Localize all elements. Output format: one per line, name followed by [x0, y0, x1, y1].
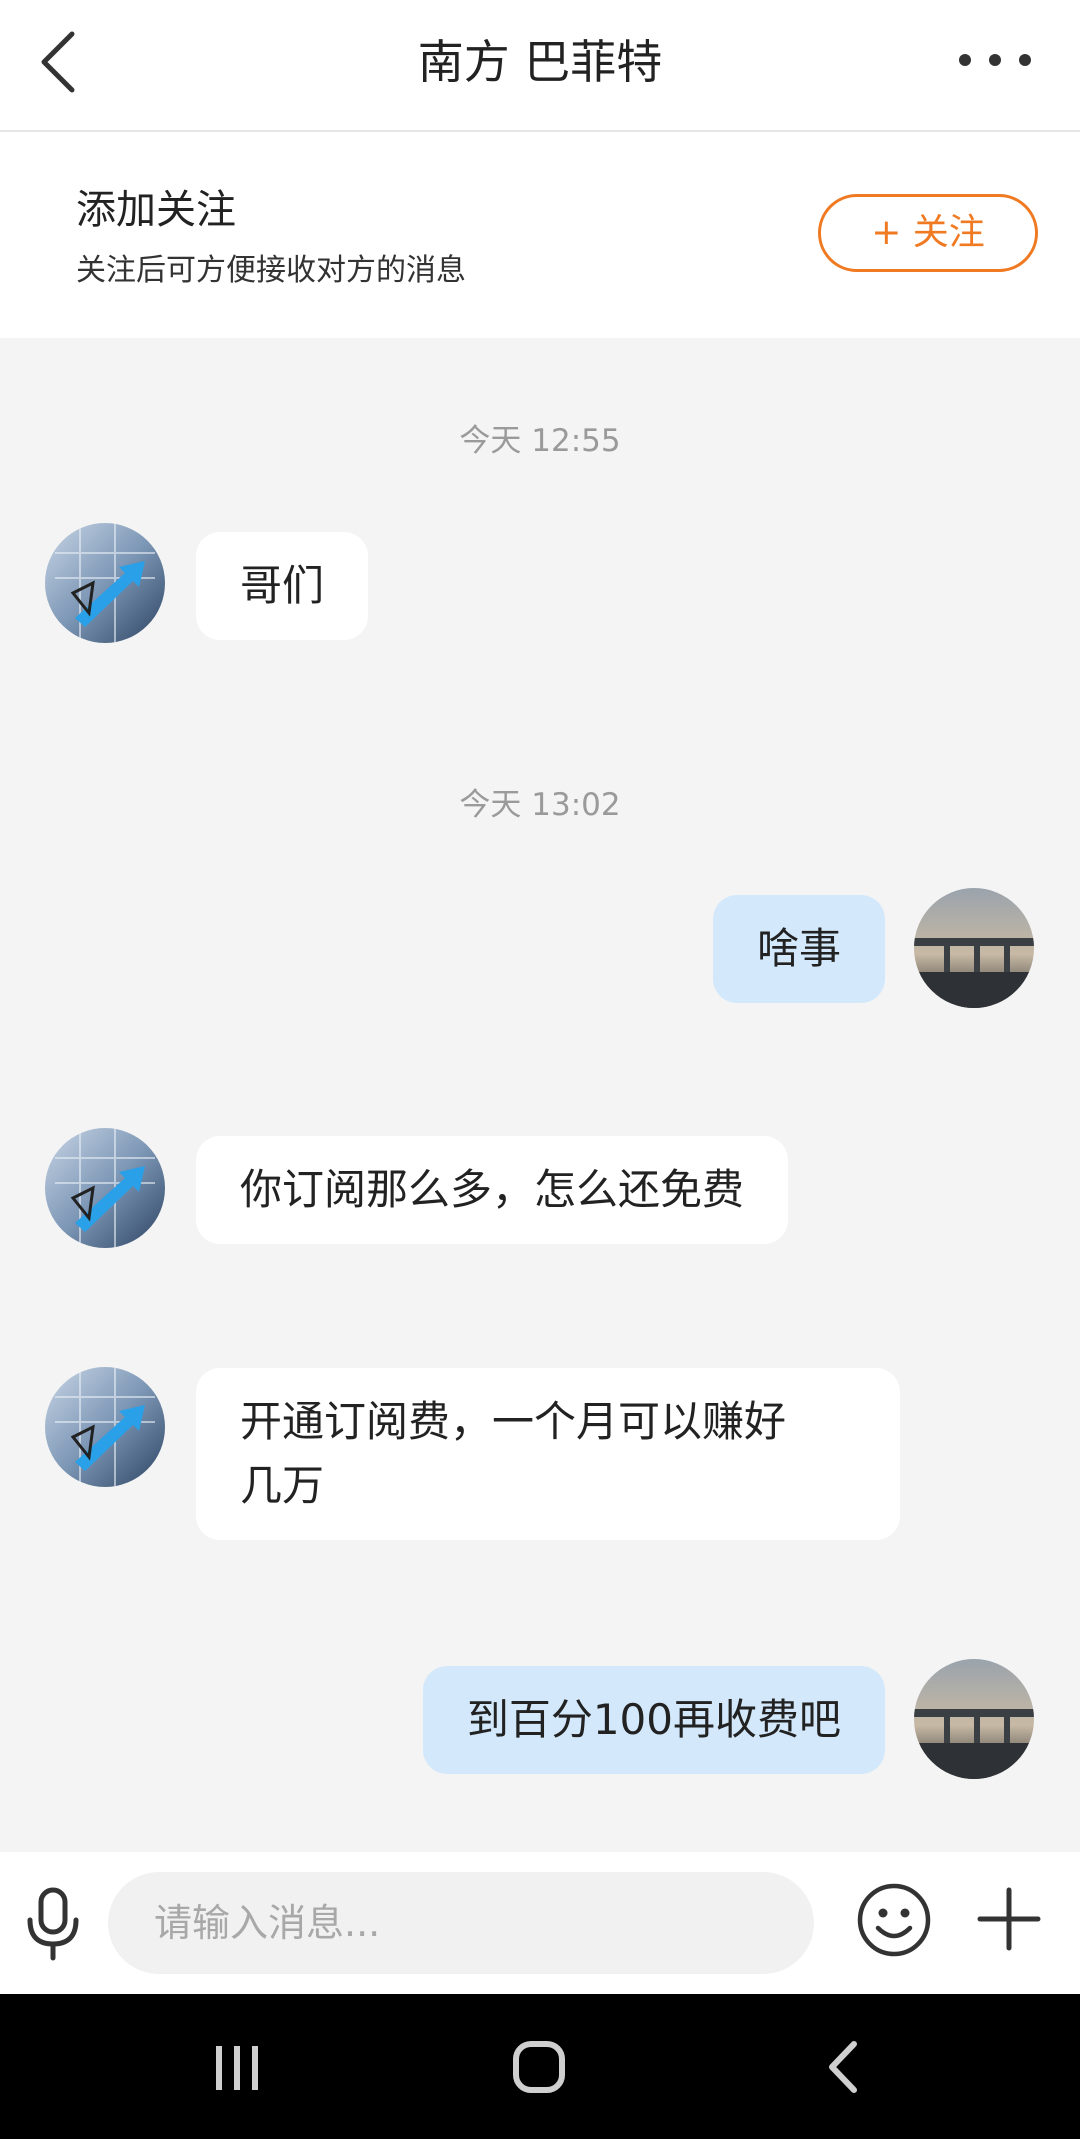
- my-avatar[interactable]: [914, 1659, 1034, 1779]
- follow-banner: 添加关注 关注后可方便接收对方的消息 + 关注: [0, 132, 1080, 338]
- message-timestamp: 今天 13:02: [459, 787, 621, 823]
- incoming-message-bubble: 开通订阅费，一个月可以赚好 几万: [196, 1368, 900, 1540]
- outgoing-message-bubble: 到百分100再收费吧: [422, 1666, 885, 1774]
- outgoing-message-bubble: 啥事: [712, 895, 885, 1003]
- emoji-button[interactable]: [856, 1882, 932, 1958]
- my-avatar[interactable]: [914, 888, 1034, 1008]
- more-button[interactable]: [950, 40, 1040, 80]
- microphone-icon: [27, 1887, 79, 1961]
- incoming-message-bubble: 你订阅那么多，怎么还免费: [196, 1136, 789, 1244]
- contact-avatar[interactable]: [45, 1128, 165, 1248]
- message-input[interactable]: [108, 1872, 814, 1974]
- incoming-message-bubble: 哥们: [196, 532, 369, 640]
- message-timestamp: 今天 12:55: [459, 423, 621, 459]
- message-input-bar: [0, 1852, 1080, 1994]
- recent-apps-icon: [216, 2046, 258, 2090]
- plus-icon: [977, 1887, 1041, 1951]
- voice-button[interactable]: [24, 1886, 82, 1962]
- nav-back-button[interactable]: [820, 2034, 870, 2100]
- contact-avatar[interactable]: [45, 523, 165, 643]
- attach-button[interactable]: [976, 1886, 1042, 1952]
- chat-header: 南方 巴菲特: [0, 0, 1080, 132]
- more-dots-icon: [959, 54, 1031, 66]
- page-title: 南方 巴菲特: [417, 35, 663, 89]
- home-button[interactable]: [508, 2034, 574, 2100]
- smiley-icon: [857, 1883, 931, 1957]
- follow-button[interactable]: + 关注: [818, 194, 1038, 272]
- home-icon: [513, 2041, 565, 2093]
- contact-avatar[interactable]: [45, 1367, 165, 1487]
- follow-title: 添加关注: [76, 187, 236, 233]
- follow-subtitle: 关注后可方便接收对方的消息: [76, 253, 466, 288]
- system-nav-bar: [0, 1994, 1080, 2139]
- back-icon: [829, 2041, 857, 2093]
- recent-apps-button[interactable]: [212, 2034, 262, 2100]
